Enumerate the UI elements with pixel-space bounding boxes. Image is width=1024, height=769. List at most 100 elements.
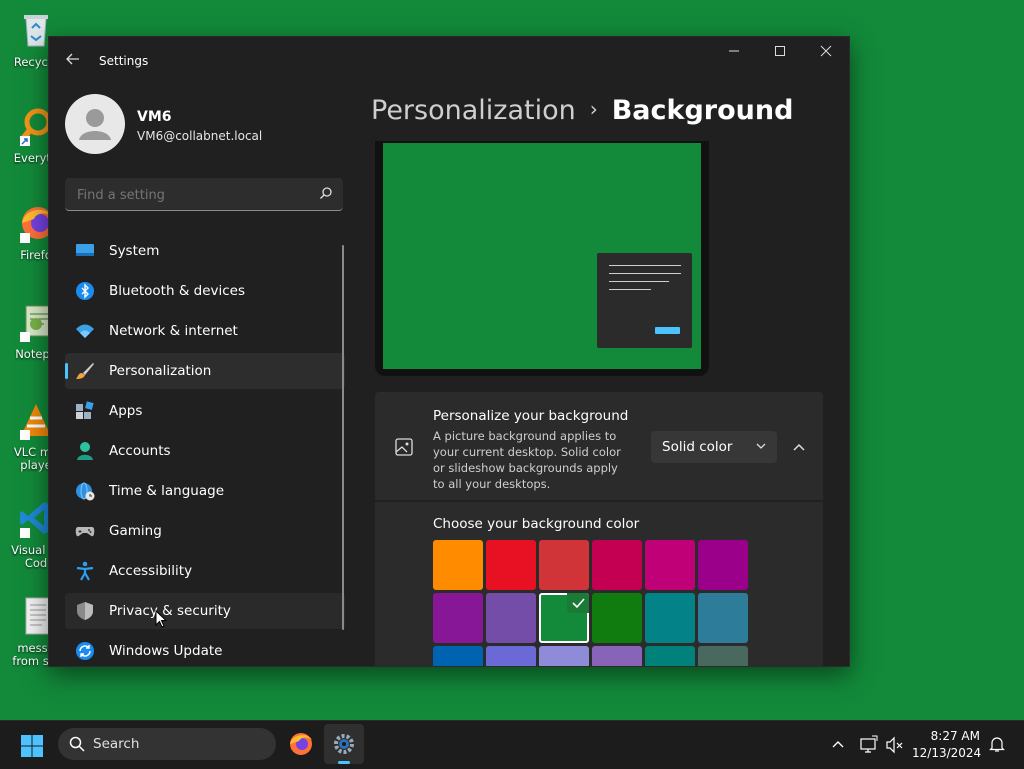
minimize-icon xyxy=(729,50,739,52)
profile-name: VM6 xyxy=(137,109,172,125)
preview-button xyxy=(655,327,680,334)
user-avatar-icon xyxy=(79,109,111,140)
update-icon xyxy=(76,642,94,660)
firefox-icon xyxy=(290,733,312,755)
sidebar-item-label: Bluetooth & devices xyxy=(109,283,246,299)
background-color-section: Choose your background color xyxy=(375,502,823,666)
volume-button[interactable] xyxy=(885,735,905,755)
show-hidden-icons-button[interactable] xyxy=(828,735,848,755)
color-swatch[interactable] xyxy=(539,646,589,666)
apps-icon xyxy=(76,401,94,419)
brush-icon xyxy=(76,363,94,379)
find-setting-box[interactable] xyxy=(65,178,343,211)
breadcrumb: Personalization › Background xyxy=(371,95,793,126)
title-bar: Settings xyxy=(49,37,849,85)
close-button[interactable] xyxy=(803,37,849,69)
sidebar-item-network[interactable]: Network & internet xyxy=(65,313,345,349)
start-button[interactable] xyxy=(20,734,44,758)
color-swatch[interactable] xyxy=(592,646,642,666)
color-swatch[interactable] xyxy=(539,540,589,590)
desktop-preview xyxy=(375,141,709,376)
network-disconnected-icon xyxy=(860,735,878,753)
collapse-button[interactable] xyxy=(787,436,811,460)
sidebar-item-label: System xyxy=(109,243,160,259)
sidebar-item-windows-update[interactable]: Windows Update xyxy=(65,633,345,666)
sidebar-item-apps[interactable]: Apps xyxy=(65,393,345,429)
sidebar-item-label: Accessibility xyxy=(109,563,193,579)
maximize-button[interactable] xyxy=(757,37,803,69)
color-swatch[interactable] xyxy=(539,593,589,643)
person-icon xyxy=(77,442,93,460)
sidebar-item-personalization[interactable]: Personalization xyxy=(65,353,345,389)
mouse-cursor-icon xyxy=(155,610,167,628)
profile-email: VM6@collabnet.local xyxy=(137,129,263,143)
accessibility-icon xyxy=(76,561,94,581)
color-swatch[interactable] xyxy=(645,540,695,590)
breadcrumb-parent[interactable]: Personalization xyxy=(371,95,576,126)
shield-icon xyxy=(77,602,93,620)
taskbar-firefox[interactable] xyxy=(288,731,314,757)
windows-logo-icon xyxy=(21,735,43,757)
color-swatch[interactable] xyxy=(645,646,695,666)
sidebar-item-label: Network & internet xyxy=(109,323,238,339)
sidebar-item-gaming[interactable]: Gaming xyxy=(65,513,345,549)
color-swatch[interactable] xyxy=(592,593,642,643)
dropdown-value: Solid color xyxy=(662,439,733,455)
page-title: Background xyxy=(611,95,794,126)
maximize-icon xyxy=(775,46,785,56)
minimize-button[interactable] xyxy=(711,37,757,69)
background-type-dropdown[interactable]: Solid color xyxy=(651,431,777,463)
notifications-button[interactable] xyxy=(988,735,1006,753)
sidebar-item-label: Gaming xyxy=(109,523,162,539)
sidebar-item-label: Windows Update xyxy=(109,643,223,659)
find-setting-input[interactable] xyxy=(75,184,309,206)
gamepad-icon xyxy=(75,527,95,537)
speaker-muted-icon xyxy=(886,736,903,754)
back-arrow-icon[interactable] xyxy=(63,51,83,71)
taskbar-settings[interactable] xyxy=(324,724,364,764)
bell-icon xyxy=(989,737,1005,752)
color-swatch[interactable] xyxy=(486,646,536,666)
color-swatch[interactable] xyxy=(433,593,483,643)
color-swatch[interactable] xyxy=(486,540,536,590)
chevron-down-icon xyxy=(756,443,766,449)
taskbar: Search 8:27 AM 12/13/2024 xyxy=(0,720,1024,769)
close-icon xyxy=(820,45,832,57)
color-swatch[interactable] xyxy=(433,540,483,590)
breadcrumb-separator: › xyxy=(589,97,598,121)
clock-date[interactable]: 12/13/2024 xyxy=(912,746,981,760)
color-swatch[interactable] xyxy=(698,593,748,643)
sidebar-item-privacy-security[interactable]: Privacy & security xyxy=(65,593,345,629)
sidebar-item-label: Personalization xyxy=(109,363,212,379)
image-icon xyxy=(395,438,413,456)
search-icon[interactable] xyxy=(319,186,333,200)
settings-window: Settings VM6 VM6@collabnet.local System … xyxy=(48,36,850,667)
color-section-title: Choose your background color xyxy=(433,516,640,532)
sidebar-nav: System Bluetooth & devices Network & int… xyxy=(65,233,345,666)
color-swatch[interactable] xyxy=(698,540,748,590)
color-swatch[interactable] xyxy=(698,646,748,666)
sidebar-scrollbar[interactable] xyxy=(342,245,344,630)
sidebar-item-label: Apps xyxy=(109,403,143,419)
color-swatch[interactable] xyxy=(486,593,536,643)
taskbar-search-label: Search xyxy=(93,736,140,752)
preview-window xyxy=(597,253,692,348)
color-swatch[interactable] xyxy=(645,593,695,643)
sidebar-item-time-language[interactable]: Time & language xyxy=(65,473,345,509)
sidebar-item-system[interactable]: System xyxy=(65,233,345,269)
sidebar-item-accounts[interactable]: Accounts xyxy=(65,433,345,469)
network-status-button[interactable] xyxy=(859,735,879,755)
preview-screen xyxy=(383,143,701,369)
personalize-description: A picture background applies to your cur… xyxy=(433,429,621,491)
clock-time[interactable]: 8:27 AM xyxy=(920,729,980,743)
color-swatch[interactable] xyxy=(433,646,483,666)
gear-icon xyxy=(334,734,354,754)
sidebar-item-bluetooth[interactable]: Bluetooth & devices xyxy=(65,273,345,309)
avatar[interactable] xyxy=(65,94,125,154)
taskbar-search[interactable]: Search xyxy=(58,728,276,760)
sidebar-item-accessibility[interactable]: Accessibility xyxy=(65,553,345,589)
globe-clock-icon xyxy=(76,482,95,501)
search-icon xyxy=(69,736,85,752)
personalize-background-card: Personalize your background A picture ba… xyxy=(375,392,823,500)
color-swatch[interactable] xyxy=(592,540,642,590)
